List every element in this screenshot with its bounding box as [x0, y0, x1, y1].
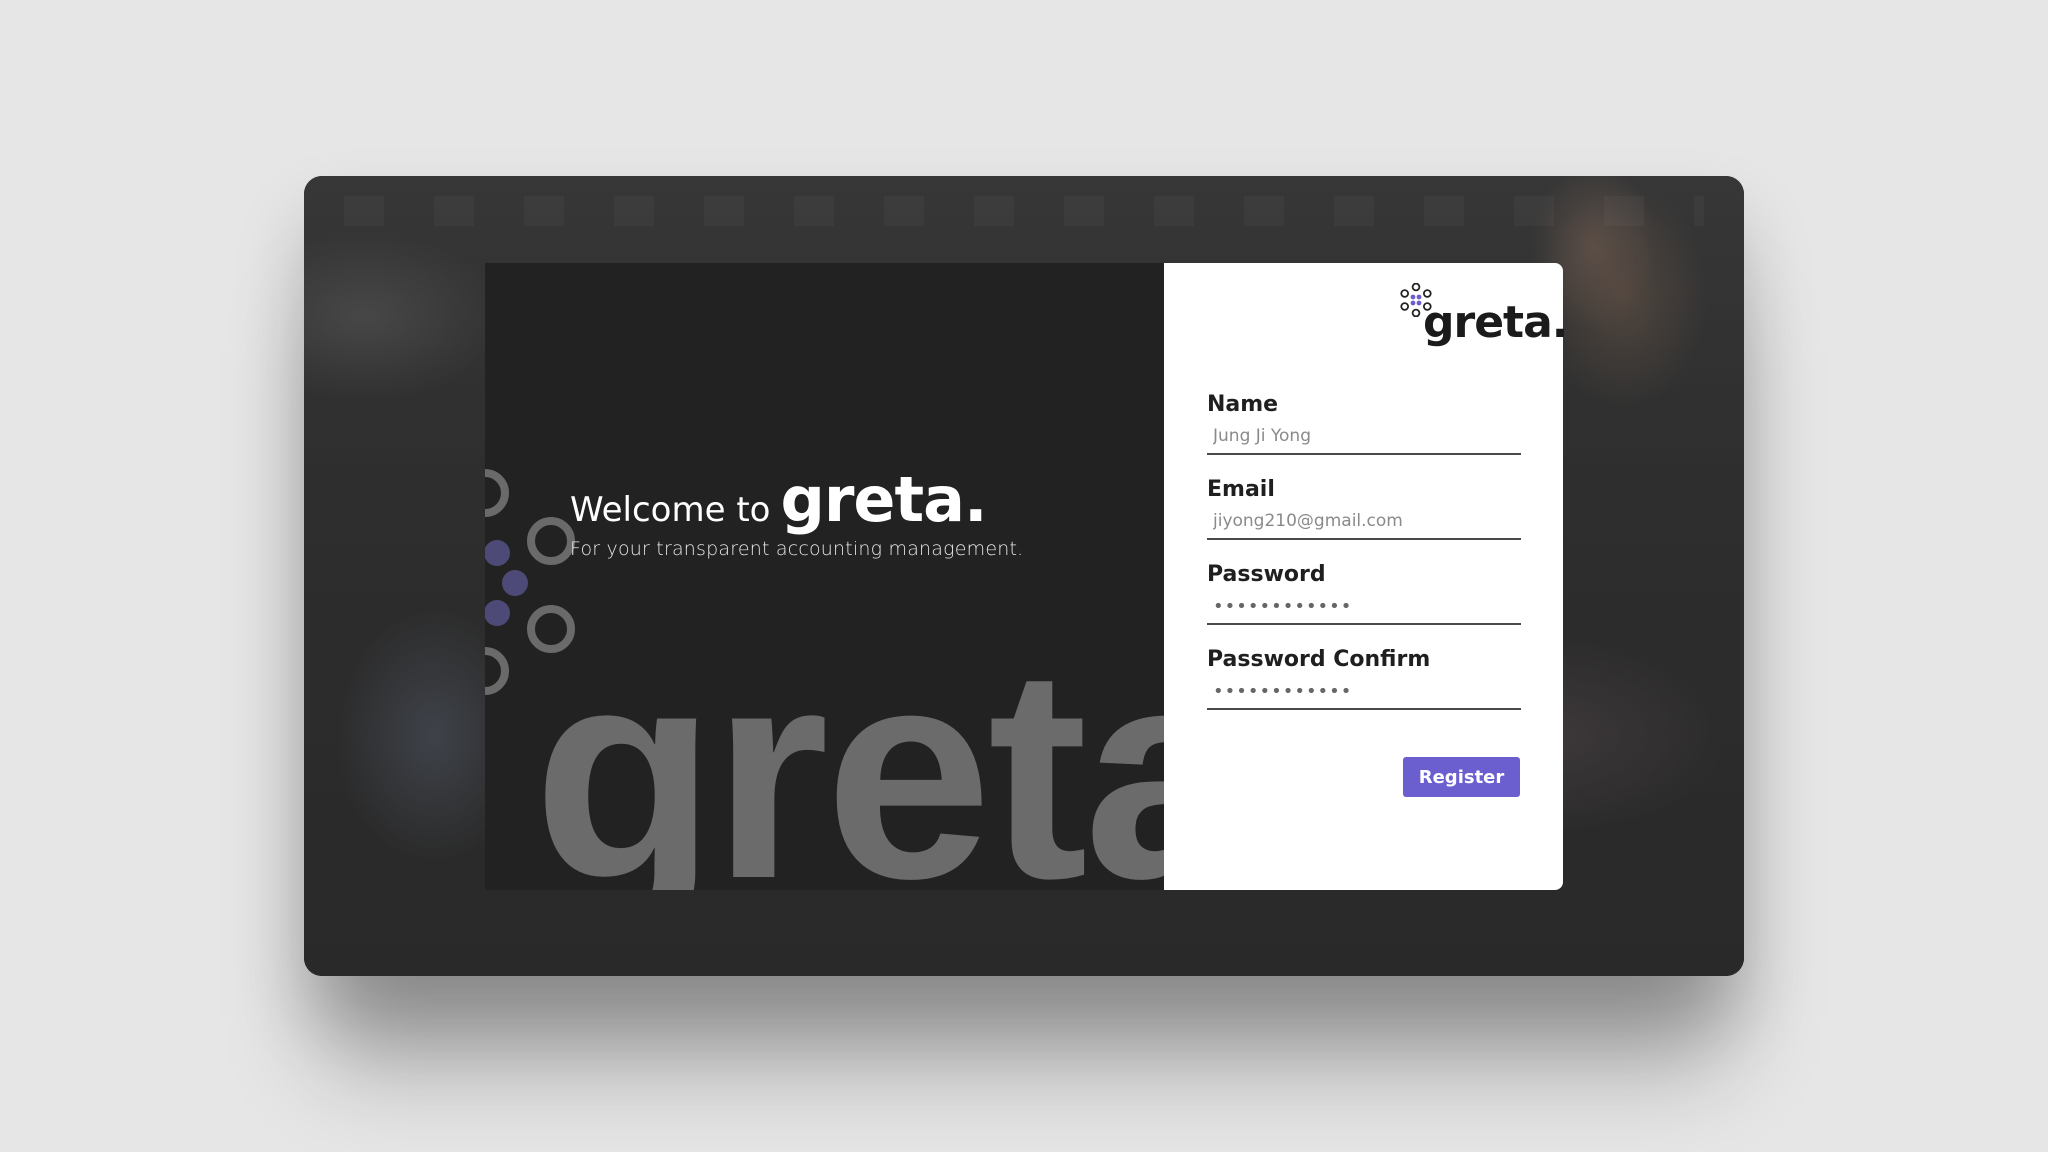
email-label: Email [1207, 477, 1275, 502]
email-field-group: Email [1207, 476, 1521, 540]
password-confirm-field-group: Password Confirm [1207, 646, 1521, 710]
password-input[interactable] [1207, 589, 1521, 625]
email-input[interactable] [1207, 504, 1521, 540]
password-confirm-label: Password Confirm [1207, 647, 1431, 672]
password-field-group: Password [1207, 561, 1521, 625]
name-input[interactable] [1207, 419, 1521, 455]
name-label: Name [1207, 392, 1279, 417]
welcome-brand: greta. [780, 463, 987, 536]
page: greta Welcome to greta. For your transpa… [0, 0, 2048, 1152]
password-label: Password [1207, 562, 1326, 587]
brand-logo: greta. [1399, 283, 1568, 355]
welcome-block: Welcome to greta. For your transparent a… [570, 463, 1023, 560]
brand-watermark: greta [533, 605, 1165, 890]
welcome-panel: greta Welcome to greta. For your transpa… [485, 263, 1165, 890]
register-form: greta. Name Email Password Password Conf… [1164, 263, 1568, 890]
password-confirm-input[interactable] [1207, 674, 1521, 710]
name-field-group: Name [1207, 391, 1521, 455]
welcome-tagline: For your transparent accounting manageme… [570, 538, 1024, 560]
register-button[interactable]: Register [1403, 757, 1520, 797]
welcome-heading: Welcome to greta. [570, 463, 1023, 536]
welcome-prefix: Welcome to [570, 490, 771, 530]
logo-text: greta. [1423, 297, 1568, 348]
